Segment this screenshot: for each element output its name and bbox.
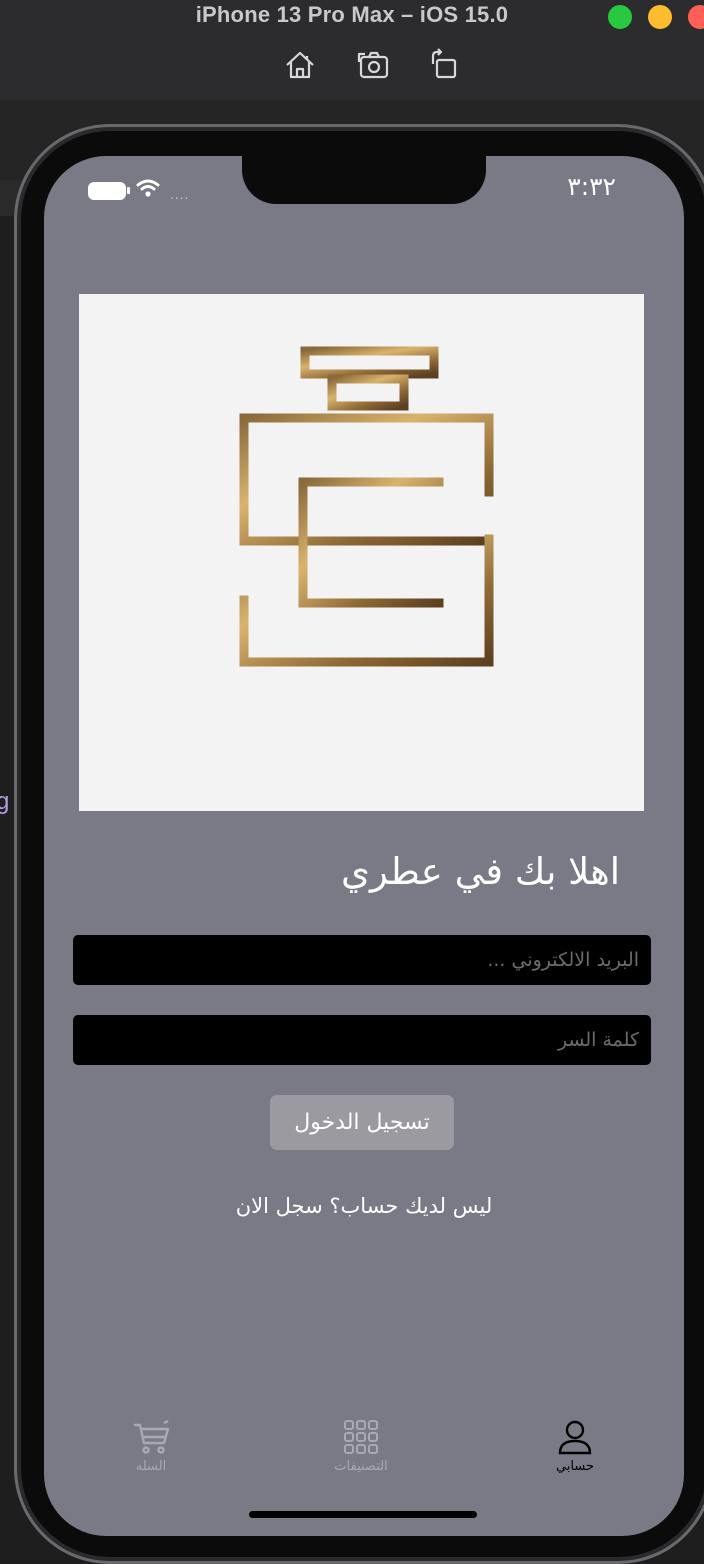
tab-cart-label: السله: [135, 1459, 167, 1474]
status-time: ٣:٣٢: [567, 172, 616, 201]
tab-account[interactable]: حسابي: [520, 1417, 630, 1474]
register-link[interactable]: ليس لديك حساب؟ سجل الان: [44, 1194, 684, 1218]
login-button[interactable]: تسجيل الدخول: [270, 1095, 454, 1150]
tab-cart[interactable]: السله: [96, 1417, 206, 1474]
simulator-title: iPhone 13 Pro Max – iOS 15.0: [195, 2, 509, 27]
minimize-window-button[interactable]: [648, 5, 672, 29]
email-field[interactable]: [73, 935, 651, 985]
home-icon[interactable]: [283, 48, 317, 82]
home-indicator: [249, 1511, 477, 1518]
password-field[interactable]: [73, 1015, 651, 1065]
rotate-icon[interactable]: [427, 48, 461, 82]
carrier-dots: ....: [170, 188, 190, 202]
tab-categories-label: التصنيفات: [334, 1459, 388, 1474]
wifi-icon: [136, 179, 160, 197]
app-screen: .... ٣:٣٢ اهلا بك في عطري البريد الالكتر…: [44, 156, 684, 1536]
tab-bar: السله التصنيفات حسابي: [44, 1411, 684, 1491]
background-side-text: g: [0, 788, 10, 815]
cart-icon: [134, 1419, 170, 1454]
tab-categories[interactable]: التصنيفات: [306, 1417, 416, 1474]
person-icon: [558, 1420, 592, 1455]
simulator-titlebar: iPhone 13 Pro Max – iOS 15.0: [0, 0, 704, 101]
tab-account-label: حسابي: [555, 1459, 595, 1474]
logo-image: [79, 294, 644, 811]
battery-icon: [88, 182, 130, 200]
zoom-window-button[interactable]: [608, 5, 632, 29]
notch: [242, 156, 486, 204]
grid-icon: [344, 1420, 378, 1454]
perfume-bottle-logo: [239, 346, 494, 667]
screenshot-icon[interactable]: [357, 48, 391, 82]
welcome-title: اهلا بك في عطري: [341, 850, 620, 893]
